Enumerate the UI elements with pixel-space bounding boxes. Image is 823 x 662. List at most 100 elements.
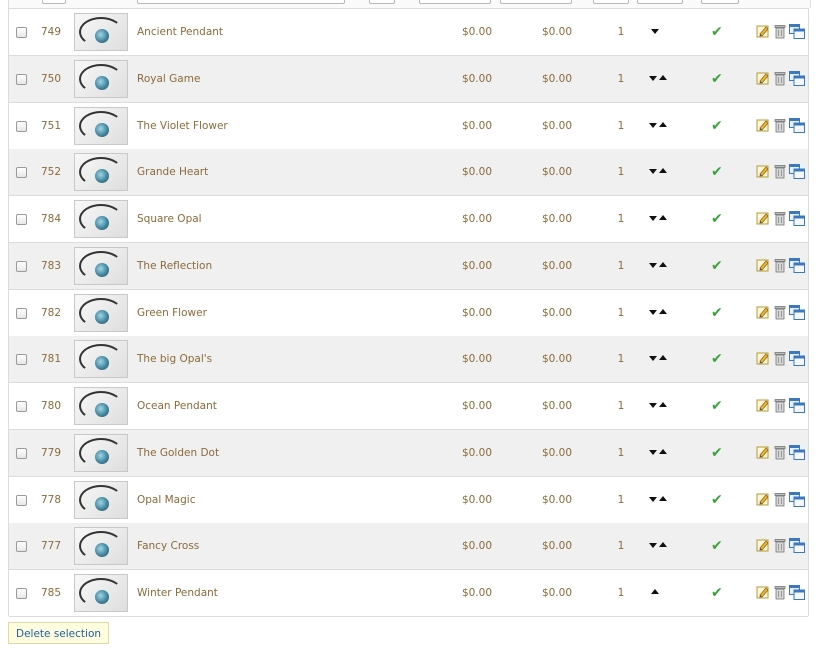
product-final-price[interactable]: $0.00 xyxy=(534,260,572,272)
product-quantity[interactable]: 1 xyxy=(614,540,628,552)
check-icon[interactable]: ✔ xyxy=(711,258,723,274)
trash-icon[interactable] xyxy=(774,492,786,507)
check-icon[interactable]: ✔ xyxy=(711,492,723,508)
product-price[interactable]: $0.00 xyxy=(454,353,492,365)
edit-icon[interactable] xyxy=(756,164,770,178)
row-checkbox[interactable] xyxy=(16,214,27,225)
arrow-down-icon[interactable] xyxy=(649,76,657,81)
edit-icon[interactable] xyxy=(756,118,770,132)
product-id[interactable]: 784 xyxy=(41,213,63,225)
product-quantity[interactable]: 1 xyxy=(614,400,628,412)
product-name[interactable]: The big Opal's xyxy=(137,353,212,365)
arrow-down-icon[interactable] xyxy=(649,263,657,268)
product-quantity[interactable]: 1 xyxy=(614,120,628,132)
product-price[interactable]: $0.00 xyxy=(454,540,492,552)
product-id[interactable]: 782 xyxy=(41,307,63,319)
product-price[interactable]: $0.00 xyxy=(454,26,492,38)
product-final-price[interactable]: $0.00 xyxy=(534,307,572,319)
product-name[interactable]: The Golden Dot xyxy=(137,447,219,459)
duplicate-icon[interactable] xyxy=(789,71,805,86)
row-checkbox[interactable] xyxy=(16,354,27,365)
product-thumbnail[interactable] xyxy=(74,340,128,378)
filter-position-input[interactable] xyxy=(637,0,683,4)
arrow-down-icon[interactable] xyxy=(649,450,657,455)
check-icon[interactable]: ✔ xyxy=(711,211,723,227)
product-id[interactable]: 778 xyxy=(41,494,63,506)
product-thumbnail[interactable] xyxy=(74,200,128,238)
arrow-down-icon[interactable] xyxy=(649,310,657,315)
product-id[interactable]: 779 xyxy=(41,447,63,459)
product-final-price[interactable]: $0.00 xyxy=(534,120,572,132)
product-quantity[interactable]: 1 xyxy=(614,166,628,178)
product-price[interactable]: $0.00 xyxy=(454,213,492,225)
arrow-up-icon[interactable] xyxy=(659,542,667,547)
duplicate-icon[interactable] xyxy=(789,351,805,366)
edit-icon[interactable] xyxy=(756,258,770,272)
trash-icon[interactable] xyxy=(774,305,786,320)
arrow-up-icon[interactable] xyxy=(659,75,667,80)
trash-icon[interactable] xyxy=(774,398,786,413)
product-price[interactable]: $0.00 xyxy=(454,400,492,412)
row-checkbox[interactable] xyxy=(16,495,27,506)
arrow-up-icon[interactable] xyxy=(659,215,667,220)
duplicate-icon[interactable] xyxy=(789,492,805,507)
filter-price-select[interactable] xyxy=(369,0,395,4)
product-id[interactable]: 750 xyxy=(41,73,63,85)
duplicate-icon[interactable] xyxy=(789,538,805,553)
arrow-up-icon[interactable] xyxy=(659,402,667,407)
arrow-down-icon[interactable] xyxy=(649,123,657,128)
duplicate-icon[interactable] xyxy=(789,445,805,460)
product-id[interactable]: 749 xyxy=(41,26,63,38)
product-name[interactable]: Winter Pendant xyxy=(137,587,218,599)
product-quantity[interactable]: 1 xyxy=(614,587,628,599)
product-name[interactable]: Grande Heart xyxy=(137,166,208,178)
product-quantity[interactable]: 1 xyxy=(614,494,628,506)
product-final-price[interactable]: $0.00 xyxy=(534,73,572,85)
filter-final-price-input[interactable] xyxy=(500,0,572,4)
edit-icon[interactable] xyxy=(756,211,770,225)
product-thumbnail[interactable] xyxy=(74,387,128,425)
product-final-price[interactable]: $0.00 xyxy=(534,540,572,552)
edit-icon[interactable] xyxy=(756,305,770,319)
delete-selection-button[interactable]: Delete selection xyxy=(8,622,110,644)
arrow-down-icon[interactable] xyxy=(649,403,657,408)
product-thumbnail[interactable] xyxy=(74,527,128,565)
duplicate-icon[interactable] xyxy=(789,24,805,39)
product-final-price[interactable]: $0.00 xyxy=(534,447,572,459)
duplicate-icon[interactable] xyxy=(789,258,805,273)
trash-icon[interactable] xyxy=(774,24,786,39)
row-checkbox[interactable] xyxy=(16,121,27,132)
row-checkbox[interactable] xyxy=(16,167,27,178)
product-name[interactable]: Royal Game xyxy=(137,73,200,85)
product-thumbnail[interactable] xyxy=(74,107,128,145)
filter-checkbox[interactable] xyxy=(42,0,66,4)
product-quantity[interactable]: 1 xyxy=(614,307,628,319)
trash-icon[interactable] xyxy=(774,585,786,600)
arrow-down-icon[interactable] xyxy=(649,169,657,174)
edit-icon[interactable] xyxy=(756,71,770,85)
row-checkbox[interactable] xyxy=(16,401,27,412)
product-final-price[interactable]: $0.00 xyxy=(534,400,572,412)
trash-icon[interactable] xyxy=(774,118,786,133)
edit-icon[interactable] xyxy=(756,538,770,552)
product-final-price[interactable]: $0.00 xyxy=(534,494,572,506)
product-final-price[interactable]: $0.00 xyxy=(534,26,572,38)
edit-icon[interactable] xyxy=(756,351,770,365)
edit-icon[interactable] xyxy=(756,492,770,506)
edit-icon[interactable] xyxy=(756,585,770,599)
product-price[interactable]: $0.00 xyxy=(454,120,492,132)
product-name[interactable]: Square Opal xyxy=(137,213,202,225)
product-thumbnail[interactable] xyxy=(74,60,128,98)
trash-icon[interactable] xyxy=(774,211,786,226)
edit-icon[interactable] xyxy=(756,398,770,412)
product-price[interactable]: $0.00 xyxy=(454,73,492,85)
check-icon[interactable]: ✔ xyxy=(711,24,723,40)
check-icon[interactable]: ✔ xyxy=(711,538,723,554)
product-id[interactable]: 751 xyxy=(41,120,63,132)
arrow-up-icon[interactable] xyxy=(659,262,667,267)
product-name[interactable]: Ocean Pendant xyxy=(137,400,217,412)
arrow-down-icon[interactable] xyxy=(649,356,657,361)
edit-icon[interactable] xyxy=(756,445,770,459)
product-id[interactable]: 781 xyxy=(41,353,63,365)
product-quantity[interactable]: 1 xyxy=(614,26,628,38)
